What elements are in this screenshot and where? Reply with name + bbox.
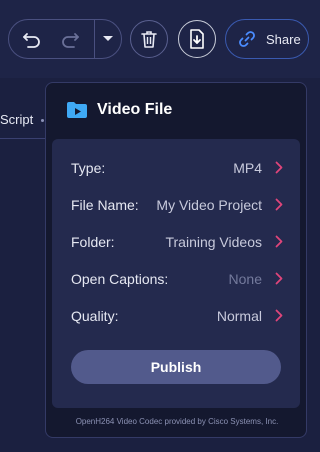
- tab-script-label: Script: [0, 112, 34, 127]
- row-value: None: [228, 270, 262, 287]
- tab-script[interactable]: Script: [0, 101, 46, 139]
- folder-play-icon: [66, 101, 88, 119]
- row-value: MP4: [233, 159, 262, 176]
- undo-button[interactable]: [12, 20, 52, 58]
- chevron-right-icon: [275, 198, 283, 211]
- link-icon: [238, 30, 256, 48]
- settings-row-open-captions[interactable]: Open Captions: None: [52, 260, 300, 297]
- share-label: Share: [266, 31, 301, 47]
- redo-icon: [60, 30, 80, 48]
- chevron-down-icon: [102, 35, 114, 43]
- row-value: Normal: [216, 307, 262, 324]
- undo-history-dropdown[interactable]: [95, 20, 121, 58]
- settings-row-folder[interactable]: Folder: Training Videos: [52, 223, 300, 260]
- row-value: Training Videos: [165, 233, 262, 250]
- redo-button[interactable]: [52, 20, 88, 58]
- row-label: Quality:: [71, 307, 119, 324]
- trash-icon: [141, 30, 157, 48]
- delete-button[interactable]: [130, 20, 168, 58]
- chevron-right-icon: [275, 309, 283, 322]
- settings-row-quality[interactable]: Quality: Normal: [52, 297, 300, 334]
- settings-row-type[interactable]: Type: MP4: [52, 149, 300, 186]
- undo-redo-group: [8, 19, 122, 59]
- settings-row-file-name[interactable]: File Name: My Video Project: [52, 186, 300, 223]
- row-label: Open Captions:: [71, 270, 169, 287]
- row-label: Folder:: [71, 233, 115, 250]
- row-label: Type:: [71, 159, 106, 176]
- panel-header: Video File: [46, 83, 308, 137]
- row-value: My Video Project: [156, 196, 262, 213]
- export-button[interactable]: [178, 20, 216, 58]
- row-label: File Name:: [71, 196, 139, 213]
- codec-attribution: OpenH264 Video Codec provided by Cisco S…: [75, 417, 279, 426]
- undo-icon: [22, 30, 42, 48]
- chevron-right-icon: [275, 235, 283, 248]
- publish-button[interactable]: Publish: [71, 350, 281, 384]
- panel-title: Video File: [97, 101, 173, 118]
- download-icon: [189, 29, 205, 49]
- video-settings-list: Type: MP4 File Name: My Video Project Fo…: [52, 139, 300, 408]
- share-button[interactable]: Share: [225, 19, 309, 59]
- video-file-panel: Video File Type: MP4 File Name: My Video…: [45, 82, 307, 438]
- chevron-right-icon: [275, 161, 283, 174]
- chevron-right-icon: [275, 272, 283, 285]
